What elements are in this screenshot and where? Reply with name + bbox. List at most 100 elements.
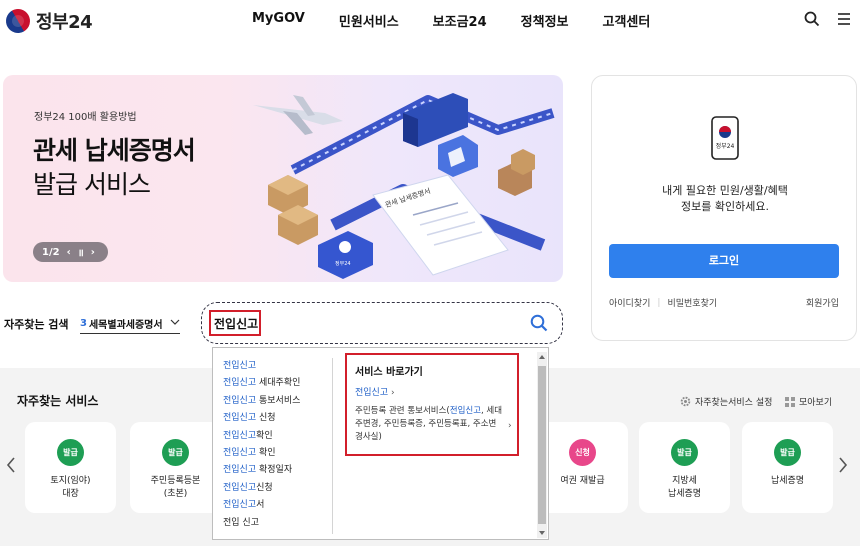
logo[interactable]: 정부24	[1, 4, 93, 38]
suggestion-item[interactable]: 전입신고확인	[223, 428, 331, 445]
suggestion-item[interactable]: 전입 신고	[223, 515, 331, 532]
service-name: 납세증명	[742, 475, 833, 488]
next-slide-icon[interactable]: ›	[91, 247, 95, 258]
document-icon	[372, 174, 509, 276]
suggestion-item[interactable]: 전입신고 신청	[223, 410, 331, 427]
service-name-line1: 주민등록등본	[150, 476, 201, 486]
scroll-thumb[interactable]	[538, 366, 546, 524]
suggestion-match: 전입신고	[223, 430, 257, 441]
nav-policy-info[interactable]: 정책정보	[521, 11, 569, 30]
nav-customer-center[interactable]: 고객센터	[603, 11, 651, 30]
find-password-link[interactable]: 비밀번호찾기	[667, 296, 717, 309]
suggestion-match: 전입신고	[223, 482, 257, 493]
join-link[interactable]: 회원가입	[806, 296, 839, 309]
login-message-line2: 정보를 확인하세요.	[681, 200, 769, 213]
view-all[interactable]: 모아보기	[785, 395, 832, 408]
link-divider: |	[657, 297, 661, 308]
service-name-line1: 지방세	[672, 476, 697, 486]
service-card[interactable]: 발급 주민등록등본 (초본)	[130, 422, 221, 513]
service-card[interactable]: 발급 토지(임야) 대장	[25, 422, 116, 513]
service-name-line1: 납세증명	[770, 476, 805, 486]
suggestion-item[interactable]: 전입신고 확정일자	[223, 462, 331, 479]
suggestion-match: 전입신고	[223, 413, 257, 424]
suggestion-rest: 신청	[256, 482, 273, 493]
suggestion-rest: 확인	[256, 447, 276, 458]
service-card[interactable]: 발급 납세증명	[742, 422, 833, 513]
service-name-line1: 토지(임야)	[50, 476, 91, 486]
login-message: 내게 필요한 민원/생활/혜택 정보를 확인하세요.	[592, 183, 858, 215]
dropdown-scrollbar[interactable]	[537, 352, 547, 538]
service-name: 토지(임야) 대장	[25, 475, 116, 501]
suggestion-rest: 통보서비스	[256, 395, 301, 406]
service-name-line2: 대장	[62, 489, 79, 499]
chevron-left-icon[interactable]	[6, 456, 16, 474]
header: 정부24 MyGOV 민원서비스 보조금24 정책정보 고객센터	[0, 0, 860, 44]
pager-count: 1/2	[42, 246, 60, 258]
service-name: 여권 재발급	[537, 475, 628, 488]
find-id-link[interactable]: 아이디찾기	[609, 296, 650, 309]
select-number: 3	[80, 318, 87, 329]
banner-title-line2: 발급 서비스	[33, 170, 151, 199]
phone-icon: 정부24	[711, 116, 739, 160]
suggestion-match: 전입신고	[223, 447, 257, 458]
promo-banner[interactable]: 정부24 100배 활용방법 관세 납세증명서 발급 서비스 1/2 ‹ ॥ ›	[3, 75, 563, 282]
shortcut-link[interactable]: 전입신고 ›	[355, 385, 395, 398]
login-card: 정부24 내게 필요한 민원/생활/혜택 정보를 확인하세요. 로그인 아이디찾…	[591, 75, 857, 341]
service-name: 지방세 납세증명	[639, 475, 730, 501]
frequent-search-select[interactable]: 3 세목별과세증명서	[80, 314, 180, 334]
select-value: 세목별과세증명서	[88, 320, 163, 331]
shortcut-link-text: 전입신고	[355, 388, 389, 398]
frequent-services-setting[interactable]: 자주찾는서비스 설정	[680, 395, 772, 408]
scroll-up-icon[interactable]	[537, 352, 547, 362]
search-input[interactable]	[209, 310, 261, 336]
logo-text: 정부24	[36, 12, 93, 33]
desc-highlight: 전입신고	[449, 406, 482, 416]
login-message-line1: 내게 필요한 민원/생활/혜택	[662, 184, 788, 197]
suggestion-item[interactable]: 전입신고신청	[223, 480, 331, 497]
suggestion-item[interactable]: 전입신고 세대주확인	[223, 375, 331, 392]
view-all-label: 모아보기	[799, 398, 833, 408]
service-name-line1: 여권 재발급	[560, 476, 605, 486]
pause-icon[interactable]: ॥	[78, 245, 84, 259]
phone-label: 정부24	[716, 143, 735, 150]
chevron-right-icon[interactable]	[838, 456, 848, 474]
nav-subsidy24[interactable]: 보조금24	[433, 11, 487, 30]
suggestion-match: 전입신고	[223, 500, 257, 511]
account-links: 아이디찾기 | 비밀번호찾기	[609, 296, 717, 310]
page: 정부24 MyGOV 민원서비스 보조금24 정책정보 고객센터 정부24 10…	[0, 0, 860, 546]
header-icons	[804, 11, 852, 27]
frequent-search-label: 자주찾는 검색	[4, 318, 69, 331]
nav-mygov[interactable]: MyGOV	[252, 11, 305, 30]
search-autocomplete-dropdown: 전입신고 전입신고 세대주확인 전입신고 통보서비스 전입신고 신청 전입신고확…	[212, 347, 549, 540]
suggestion-rest: 확정일자	[256, 465, 293, 476]
chevron-down-icon	[170, 319, 180, 325]
main-nav: MyGOV 민원서비스 보조금24 정책정보 고객센터	[252, 11, 684, 30]
chevron-right-icon: ›	[391, 388, 395, 398]
service-badge: 발급	[774, 439, 801, 466]
shortcut-description[interactable]: 주민등록 관련 통보서비스(전입신고, 세대주변경, 주민등록증, 주민등록표,…	[355, 405, 503, 444]
shortcut-title: 서비스 바로가기	[355, 367, 423, 378]
suggestion-match: 전입신고	[223, 361, 257, 371]
prev-slide-icon[interactable]: ‹	[67, 247, 71, 258]
service-card[interactable]: 신청 여권 재발급	[537, 422, 628, 513]
grid-icon	[785, 396, 795, 407]
suggestion-item[interactable]: 전입신고	[223, 358, 331, 375]
search-box	[201, 302, 563, 344]
service-card[interactable]: 발급 지방세 납세증명	[639, 422, 730, 513]
suggestion-item[interactable]: 전입신고 통보서비스	[223, 393, 331, 410]
setting-label: 자주찾는서비스 설정	[695, 398, 773, 408]
desc-pre: 주민등록 관련 통보서비스(	[355, 406, 450, 416]
login-button[interactable]: 로그인	[609, 244, 839, 278]
frequent-services-title: 자주찾는 서비스	[17, 394, 99, 408]
hamburger-menu-icon[interactable]	[836, 11, 852, 27]
suggestion-item[interactable]: 전입신고서	[223, 497, 331, 514]
suggestion-match: 전입신고	[223, 395, 257, 406]
search-icon[interactable]	[804, 11, 820, 27]
suggestion-rest: 확인	[256, 430, 273, 441]
gear-icon	[680, 396, 691, 407]
suggestion-rest: 전입 신고	[223, 517, 259, 528]
suggestion-item[interactable]: 전입신고 확인	[223, 445, 331, 462]
scroll-down-icon[interactable]	[537, 528, 547, 538]
search-button-icon[interactable]	[530, 314, 548, 332]
nav-civil-service[interactable]: 민원서비스	[339, 11, 399, 30]
